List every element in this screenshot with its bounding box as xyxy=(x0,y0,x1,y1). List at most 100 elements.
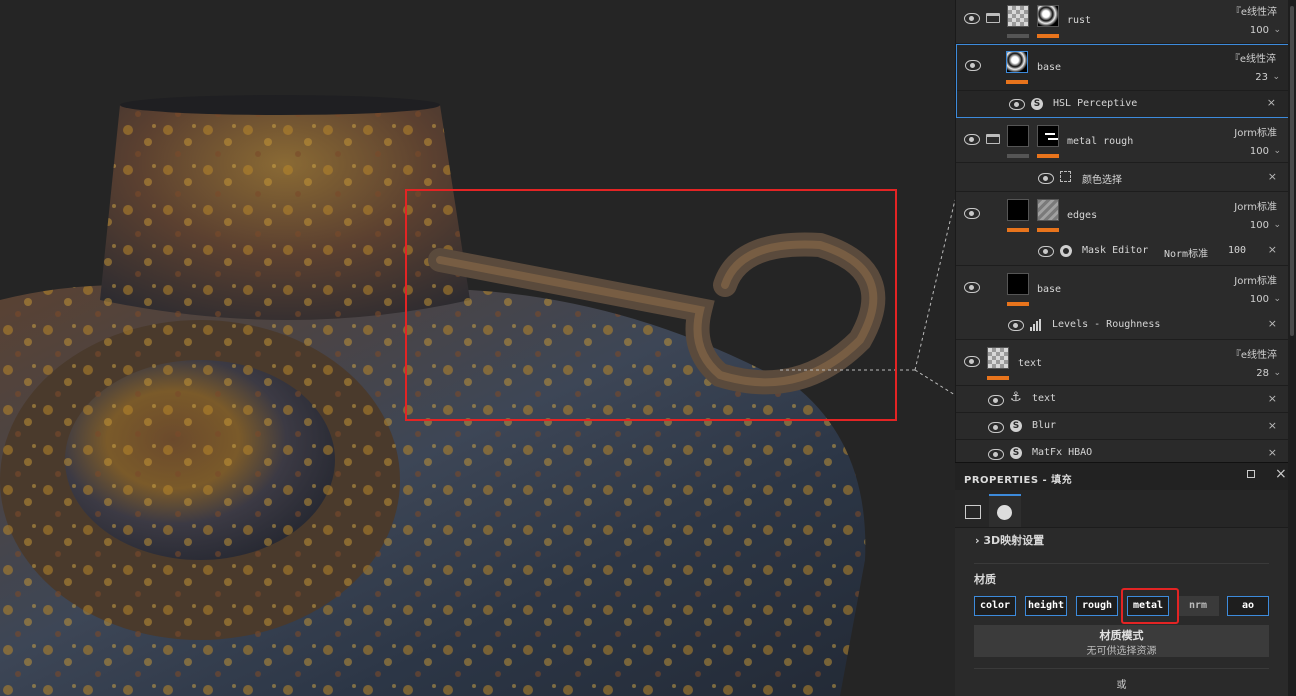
eye-icon[interactable] xyxy=(964,356,980,367)
tab-settings[interactable] xyxy=(957,494,989,527)
layer-base[interactable]: base Jorm标准 100 ⌄ Levels - Roughness × xyxy=(956,266,1288,340)
mask-thumbnail xyxy=(1037,125,1059,147)
filter-icon: S xyxy=(1010,447,1022,459)
layer-rust[interactable]: rust 『e线性淬 100 ⌄ xyxy=(956,0,1288,44)
eye-icon[interactable] xyxy=(1038,246,1054,257)
opacity-value[interactable]: 100 xyxy=(1250,146,1269,157)
opacity-value[interactable]: 28 xyxy=(1256,368,1269,379)
layer-thumbnail xyxy=(1007,199,1029,221)
chevron-down-icon[interactable]: ⌄ xyxy=(1273,220,1281,230)
chevron-down-icon[interactable]: ⌄ xyxy=(1273,25,1281,35)
close-icon[interactable]: × xyxy=(1268,317,1277,330)
layer-bar xyxy=(1006,80,1028,84)
layer-bar xyxy=(1007,154,1029,158)
properties-tabs xyxy=(955,490,1288,528)
effect-name: text xyxy=(1032,393,1057,404)
chevron-down-icon[interactable]: ⌄ xyxy=(1273,368,1281,378)
eye-icon[interactable] xyxy=(988,395,1004,406)
eye-icon[interactable] xyxy=(964,208,980,219)
opacity-value[interactable]: 100 xyxy=(1250,220,1269,231)
channel-nrm-button[interactable]: nrm xyxy=(1177,596,1219,616)
levels-icon xyxy=(1030,319,1043,331)
annotation-box xyxy=(405,189,897,421)
close-icon[interactable]: × xyxy=(1267,96,1276,109)
eye-icon[interactable] xyxy=(964,13,980,24)
opacity-value[interactable]: 100 xyxy=(1250,25,1269,36)
close-icon[interactable]: × xyxy=(1268,170,1277,183)
effect-row-color-select[interactable]: 颜色选择 × xyxy=(956,163,1288,192)
eye-icon[interactable] xyxy=(1038,173,1054,184)
folder-icon xyxy=(986,13,1000,23)
layer-bar xyxy=(987,376,1009,380)
mask-thumbnail xyxy=(1037,5,1059,27)
layer-thumbnail xyxy=(987,347,1009,369)
layer-edges[interactable]: edges Jorm标准 100 ⌄ Mask Editor Norm标准 10… xyxy=(956,192,1288,266)
layer-text[interactable]: text 『e线性淬 28 ⌄ xyxy=(956,340,1288,386)
blend-mode[interactable]: Jorm标准 xyxy=(1234,124,1277,139)
close-icon[interactable]: × xyxy=(1268,446,1277,459)
layer-base-selected[interactable]: base 『e线性淬 23 ⌄ S HSL Perceptive × xyxy=(956,44,1288,118)
blend-mode[interactable]: Jorm标准 xyxy=(1234,272,1277,287)
layer-bar xyxy=(1007,34,1029,38)
effect-name: Levels - Roughness xyxy=(1052,319,1161,330)
eye-icon[interactable] xyxy=(964,282,980,293)
blend-mode[interactable]: 『e线性淬 xyxy=(1230,50,1276,65)
layer-metal-rough[interactable]: metal rough Jorm标准 100 ⌄ xyxy=(956,118,1288,163)
blend-mode[interactable]: 『e线性淬 xyxy=(1231,3,1277,18)
mask-editor-icon xyxy=(1060,245,1072,257)
channel-ao-button[interactable]: ao xyxy=(1227,596,1269,616)
properties-header: PROPERTIES - 填充 × xyxy=(955,462,1288,490)
properties-title: PROPERTIES - 填充 xyxy=(964,475,1073,486)
eye-icon[interactable] xyxy=(988,422,1004,433)
eye-icon[interactable] xyxy=(1009,99,1025,110)
chevron-down-icon[interactable]: ⌄ xyxy=(1273,146,1281,156)
chevron-down-icon[interactable]: ⌄ xyxy=(1272,72,1280,82)
material-mode-box[interactable]: 材质模式 无可供选择资源 xyxy=(974,625,1269,657)
metal-highlight-box xyxy=(1121,588,1179,624)
layer-name: edges xyxy=(1067,210,1098,221)
opacity-value[interactable]: 23 xyxy=(1255,72,1268,83)
close-icon[interactable]: × xyxy=(1268,392,1277,405)
effect-opacity[interactable]: 100 xyxy=(1228,245,1246,256)
layer-bar xyxy=(1007,228,1029,232)
material-label: 材质 xyxy=(974,573,996,586)
eye-icon[interactable] xyxy=(964,134,980,145)
chevron-down-icon[interactable]: ⌄ xyxy=(1273,294,1281,304)
close-icon[interactable]: × xyxy=(1268,243,1277,256)
effect-name: 颜色选择 xyxy=(1082,175,1122,186)
channel-height-button[interactable]: height xyxy=(1025,596,1067,616)
mask-bar xyxy=(1037,34,1059,38)
sphere-icon xyxy=(997,505,1012,520)
layer-bar xyxy=(1007,302,1029,306)
or-label: 或 xyxy=(1116,680,1127,691)
properties-body: › 3D映射设置 材质 color height rough metal nrm… xyxy=(955,528,1288,696)
channel-color-button[interactable]: color xyxy=(974,596,1016,616)
opacity-value[interactable]: 100 xyxy=(1250,294,1269,305)
mask-thumbnail xyxy=(1037,199,1059,221)
layer-thumbnail xyxy=(1007,125,1029,147)
eye-icon[interactable] xyxy=(965,60,981,71)
effect-row-hbao[interactable]: S MatFx HBAO × xyxy=(956,440,1288,462)
layer-name: rust xyxy=(1067,15,1092,26)
effect-row-blur[interactable]: S Blur × xyxy=(956,413,1288,440)
3d-viewport[interactable] xyxy=(0,0,955,696)
tab-material[interactable] xyxy=(989,494,1021,527)
eye-icon[interactable] xyxy=(1008,320,1024,331)
close-icon[interactable]: × xyxy=(1275,466,1287,482)
mask-bar xyxy=(1037,228,1059,232)
layer-thumbnail xyxy=(1007,273,1029,295)
section-3d-mapping[interactable]: › 3D映射设置 xyxy=(975,532,1044,548)
close-icon[interactable]: × xyxy=(1268,419,1277,432)
eye-icon[interactable] xyxy=(988,449,1004,460)
effect-blend-mode[interactable]: Norm标准 xyxy=(1164,245,1208,260)
blend-mode[interactable]: Jorm标准 xyxy=(1234,198,1277,213)
filter-icon: S xyxy=(1010,420,1022,432)
settings-icon xyxy=(965,505,981,519)
blend-mode[interactable]: 『e线性淬 xyxy=(1231,346,1277,361)
scrollbar-thumb[interactable] xyxy=(1290,6,1294,336)
layer-thumbnail xyxy=(1007,5,1029,27)
effect-name: HSL Perceptive xyxy=(1053,98,1138,109)
channel-rough-button[interactable]: rough xyxy=(1076,596,1118,616)
effect-row-text[interactable]: ⚓ text × xyxy=(956,386,1288,413)
float-panel-icon[interactable] xyxy=(1247,470,1255,478)
